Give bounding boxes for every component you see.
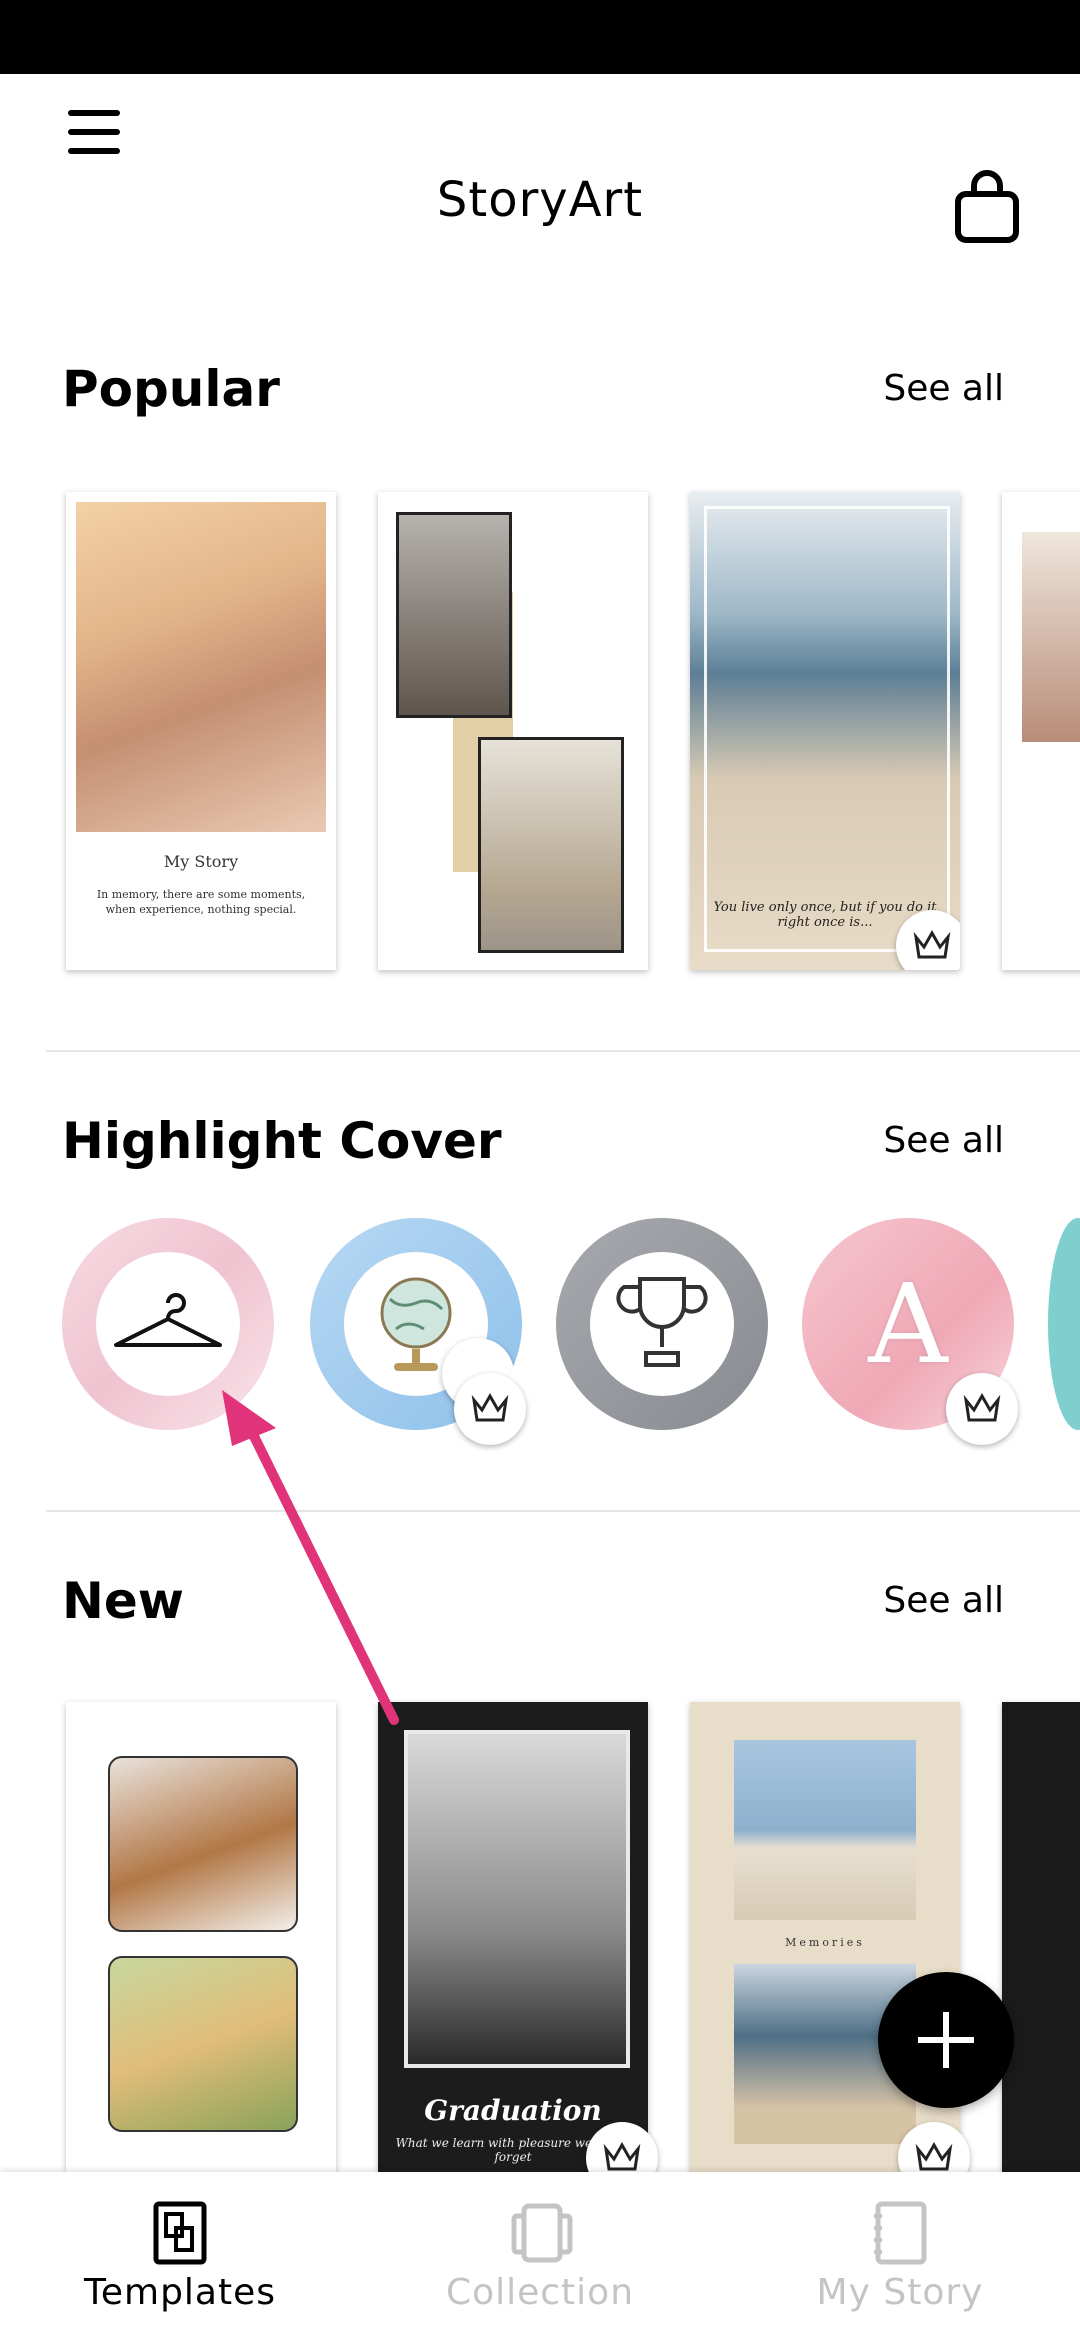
shopping-bag-icon — [955, 170, 1019, 243]
template-photo — [1022, 532, 1080, 742]
card-text: In memory, there are some moments, when … — [96, 888, 306, 916]
letter-a: A — [868, 1260, 948, 1388]
new-template-card[interactable]: Graduation What we learn with pleasure w… — [378, 1702, 648, 2172]
crown-icon — [913, 929, 951, 959]
premium-badge — [946, 1373, 1018, 1445]
card-title: Graduation — [424, 2094, 602, 2127]
section-divider — [46, 1510, 1080, 1512]
crown-icon — [963, 1392, 1001, 1422]
premium-badge — [454, 1373, 526, 1445]
notebook-icon — [874, 2201, 927, 2265]
collection-icon — [511, 2203, 573, 2263]
trophy-icon — [616, 1277, 708, 1367]
status-bar — [0, 0, 1080, 74]
template-photo — [478, 737, 624, 953]
template-photo — [108, 1756, 298, 1932]
template-photo — [404, 1730, 630, 2068]
highlight-cover-hanger[interactable] — [62, 1218, 274, 1430]
highlight-section-title: Highlight Cover — [62, 1112, 502, 1170]
popular-template-card[interactable]: My Story In memory, there are some momen… — [66, 492, 336, 970]
hanger-icon — [114, 1293, 222, 1347]
photo-frame — [704, 506, 950, 952]
crown-icon — [915, 2141, 953, 2171]
section-divider — [46, 1050, 1080, 1052]
popular-template-card[interactable] — [378, 492, 648, 970]
popular-see-all-link[interactable]: See all — [883, 368, 1004, 409]
crown-icon — [603, 2141, 641, 2171]
popular-template-card[interactable]: You live only once, but if you do it rig… — [690, 492, 960, 970]
crown-icon — [471, 1392, 509, 1422]
card-caption: Memories — [785, 1936, 865, 1949]
highlight-cover-trophy[interactable] — [556, 1218, 768, 1430]
menu-button[interactable] — [62, 100, 126, 164]
new-template-card[interactable] — [66, 1702, 336, 2172]
app-title: StoryArt — [436, 172, 644, 228]
nav-label-my-story: My Story — [816, 2272, 984, 2313]
nav-label-collection: Collection — [445, 2272, 635, 2313]
nav-tab-collection[interactable]: Collection — [360, 2172, 720, 2340]
new-section-title: New — [62, 1572, 184, 1630]
new-template-card[interactable] — [1002, 1702, 1080, 2172]
nav-label-templates: Templates — [83, 2272, 277, 2313]
popular-section-title: Popular — [62, 360, 280, 418]
template-photo — [734, 1740, 916, 1920]
templates-icon — [153, 2201, 207, 2265]
template-photo — [76, 502, 326, 832]
bottom-navigation: Templates Collection My Story — [0, 2172, 1080, 2340]
shopping-bag-button[interactable] — [952, 168, 1022, 248]
popular-template-card[interactable] — [1002, 492, 1080, 970]
nav-tab-templates[interactable]: Templates — [0, 2172, 360, 2340]
create-fab-button[interactable] — [878, 1972, 1014, 2108]
template-photo — [396, 512, 512, 718]
highlight-cover-partial[interactable] — [1048, 1218, 1080, 1430]
highlight-see-all-link[interactable]: See all — [883, 1120, 1004, 1161]
template-photo — [108, 1956, 298, 2132]
nav-tab-my-story[interactable]: My Story — [720, 2172, 1080, 2340]
card-title: My Story — [163, 852, 239, 871]
new-see-all-link[interactable]: See all — [883, 1580, 1004, 1621]
